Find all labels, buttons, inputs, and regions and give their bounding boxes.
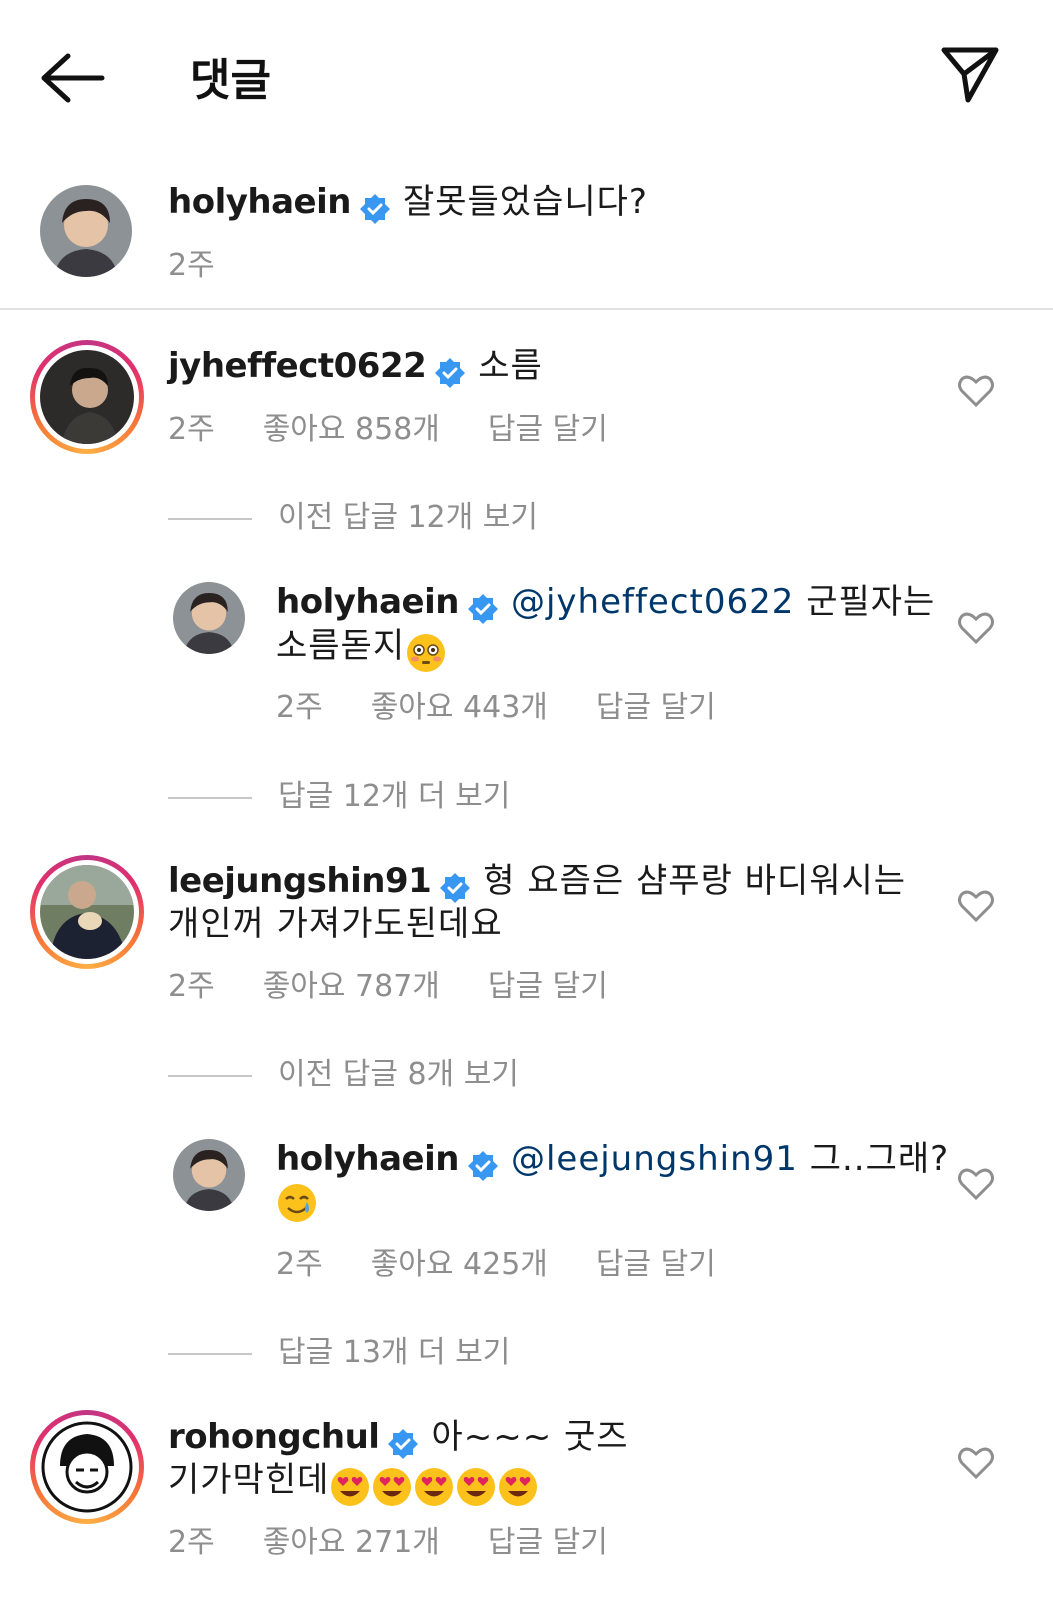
view-more-replies[interactable]: 답글 12개 더 보기 [168,771,510,815]
comment-text-line2: 기가막힌데 [168,1460,330,1500]
comment-text-line2: 개인꺼 가져가도된데요 [168,904,503,944]
comment-meta: 2주 좋아요 271개 답글 달기 [168,1517,608,1561]
verified-badge-icon [467,593,498,624]
profile-photo-leejungshin91 [40,865,134,959]
heart-eyes-emoji-icon [331,1467,370,1506]
heart-icon[interactable] [958,889,994,923]
story-ring [30,1410,144,1524]
like-count[interactable]: 좋아요 271개 [263,1525,440,1560]
comment-meta: 2주 좋아요 787개 답글 달기 [168,961,608,1005]
timestamp: 2주 [168,248,215,283]
view-previous-replies[interactable]: 이전 답글 12개 보기 [168,492,538,536]
verified-badge-icon [440,872,471,903]
username[interactable]: holyhaein [276,582,459,622]
back-arrow-icon[interactable] [38,50,108,106]
heart-eyes-emoji-icon [415,1467,454,1506]
username[interactable]: rohongchul [168,1417,380,1457]
app-header: 댓글 [0,0,1053,150]
reply-button[interactable]: 답글 달기 [488,1525,608,1560]
like-count[interactable]: 좋아요 425개 [371,1247,548,1282]
view-previous-replies[interactable]: 이전 답글 8개 보기 [168,1049,519,1093]
comment-text: 소름 [478,346,543,386]
heart-icon[interactable] [958,1446,994,1480]
mention-link[interactable]: @leejungshin91 [511,1139,798,1179]
heart-icon[interactable] [958,1167,994,1201]
timestamp: 2주 [168,969,215,1004]
view-more-replies[interactable]: 답글 13개 더 보기 [168,1327,510,1371]
avatar[interactable] [40,185,132,277]
verified-badge-icon [467,1150,498,1181]
smiling-face-with-tear-emoji-icon [278,1183,316,1222]
divider [0,308,1053,310]
avatar[interactable] [40,350,134,444]
heart-eyes-emoji-icon [499,1467,538,1506]
verified-badge-icon [388,1428,419,1459]
story-ring [30,855,144,969]
reply-button[interactable]: 답글 달기 [488,412,608,447]
heart-icon[interactable] [958,374,994,408]
share-send-icon[interactable] [938,42,1002,106]
reply-meta: 2주 좋아요 425개 답글 달기 [276,1239,716,1283]
heart-eyes-emoji-icon [457,1467,496,1506]
reply-button[interactable]: 답글 달기 [488,969,608,1004]
comment-text: 아~~~ 굿즈 [431,1417,629,1457]
comment-text: 형 요즘은 샴푸랑 바디워시는 [483,861,907,901]
avatar[interactable] [173,1139,245,1211]
page-title: 댓글 [190,55,271,106]
like-count[interactable]: 좋아요 443개 [371,690,548,725]
reply-button[interactable]: 답글 달기 [596,690,716,725]
avatar[interactable] [173,582,245,654]
timestamp: 2주 [168,412,215,447]
avatar[interactable] [40,865,134,959]
heart-eyes-emoji-group [329,1467,539,1506]
profile-photo-jyheffect0622 [40,350,134,444]
profile-photo-holyhaein [40,185,132,277]
reply-text: 군필자는 [806,582,936,622]
caption-text: 잘못들었습니다? [402,182,648,222]
timestamp: 2주 [168,1525,215,1560]
reply-text-line2: 소름돋지 [276,626,406,666]
avatar[interactable] [40,1420,134,1514]
reply-button[interactable]: 답글 달기 [596,1247,716,1282]
story-ring [30,340,144,454]
heart-eyes-emoji-icon [373,1467,412,1506]
flushed-face-emoji-icon [407,633,446,672]
timestamp: 2주 [276,1247,323,1282]
mention-link[interactable]: @jyheffect0622 [511,582,794,622]
heart-icon[interactable] [958,611,994,645]
username[interactable]: jyheffect0622 [168,346,427,386]
like-count[interactable]: 좋아요 787개 [263,969,440,1004]
timestamp: 2주 [276,690,323,725]
verified-badge-icon [435,357,466,388]
profile-photo-holyhaein [173,1139,245,1211]
like-count[interactable]: 좋아요 858개 [263,412,440,447]
caption-meta: 2주 [168,240,215,284]
profile-illustration-rohongchul [40,1420,134,1514]
username[interactable]: leejungshin91 [168,861,432,901]
verified-badge-icon [359,193,390,224]
reply-text: 그..그래? [809,1139,950,1179]
username[interactable]: holyhaein [168,182,351,222]
username[interactable]: holyhaein [276,1139,459,1179]
reply-meta: 2주 좋아요 443개 답글 달기 [276,682,716,726]
comment-meta: 2주 좋아요 858개 답글 달기 [168,404,608,448]
profile-photo-holyhaein [173,582,245,654]
